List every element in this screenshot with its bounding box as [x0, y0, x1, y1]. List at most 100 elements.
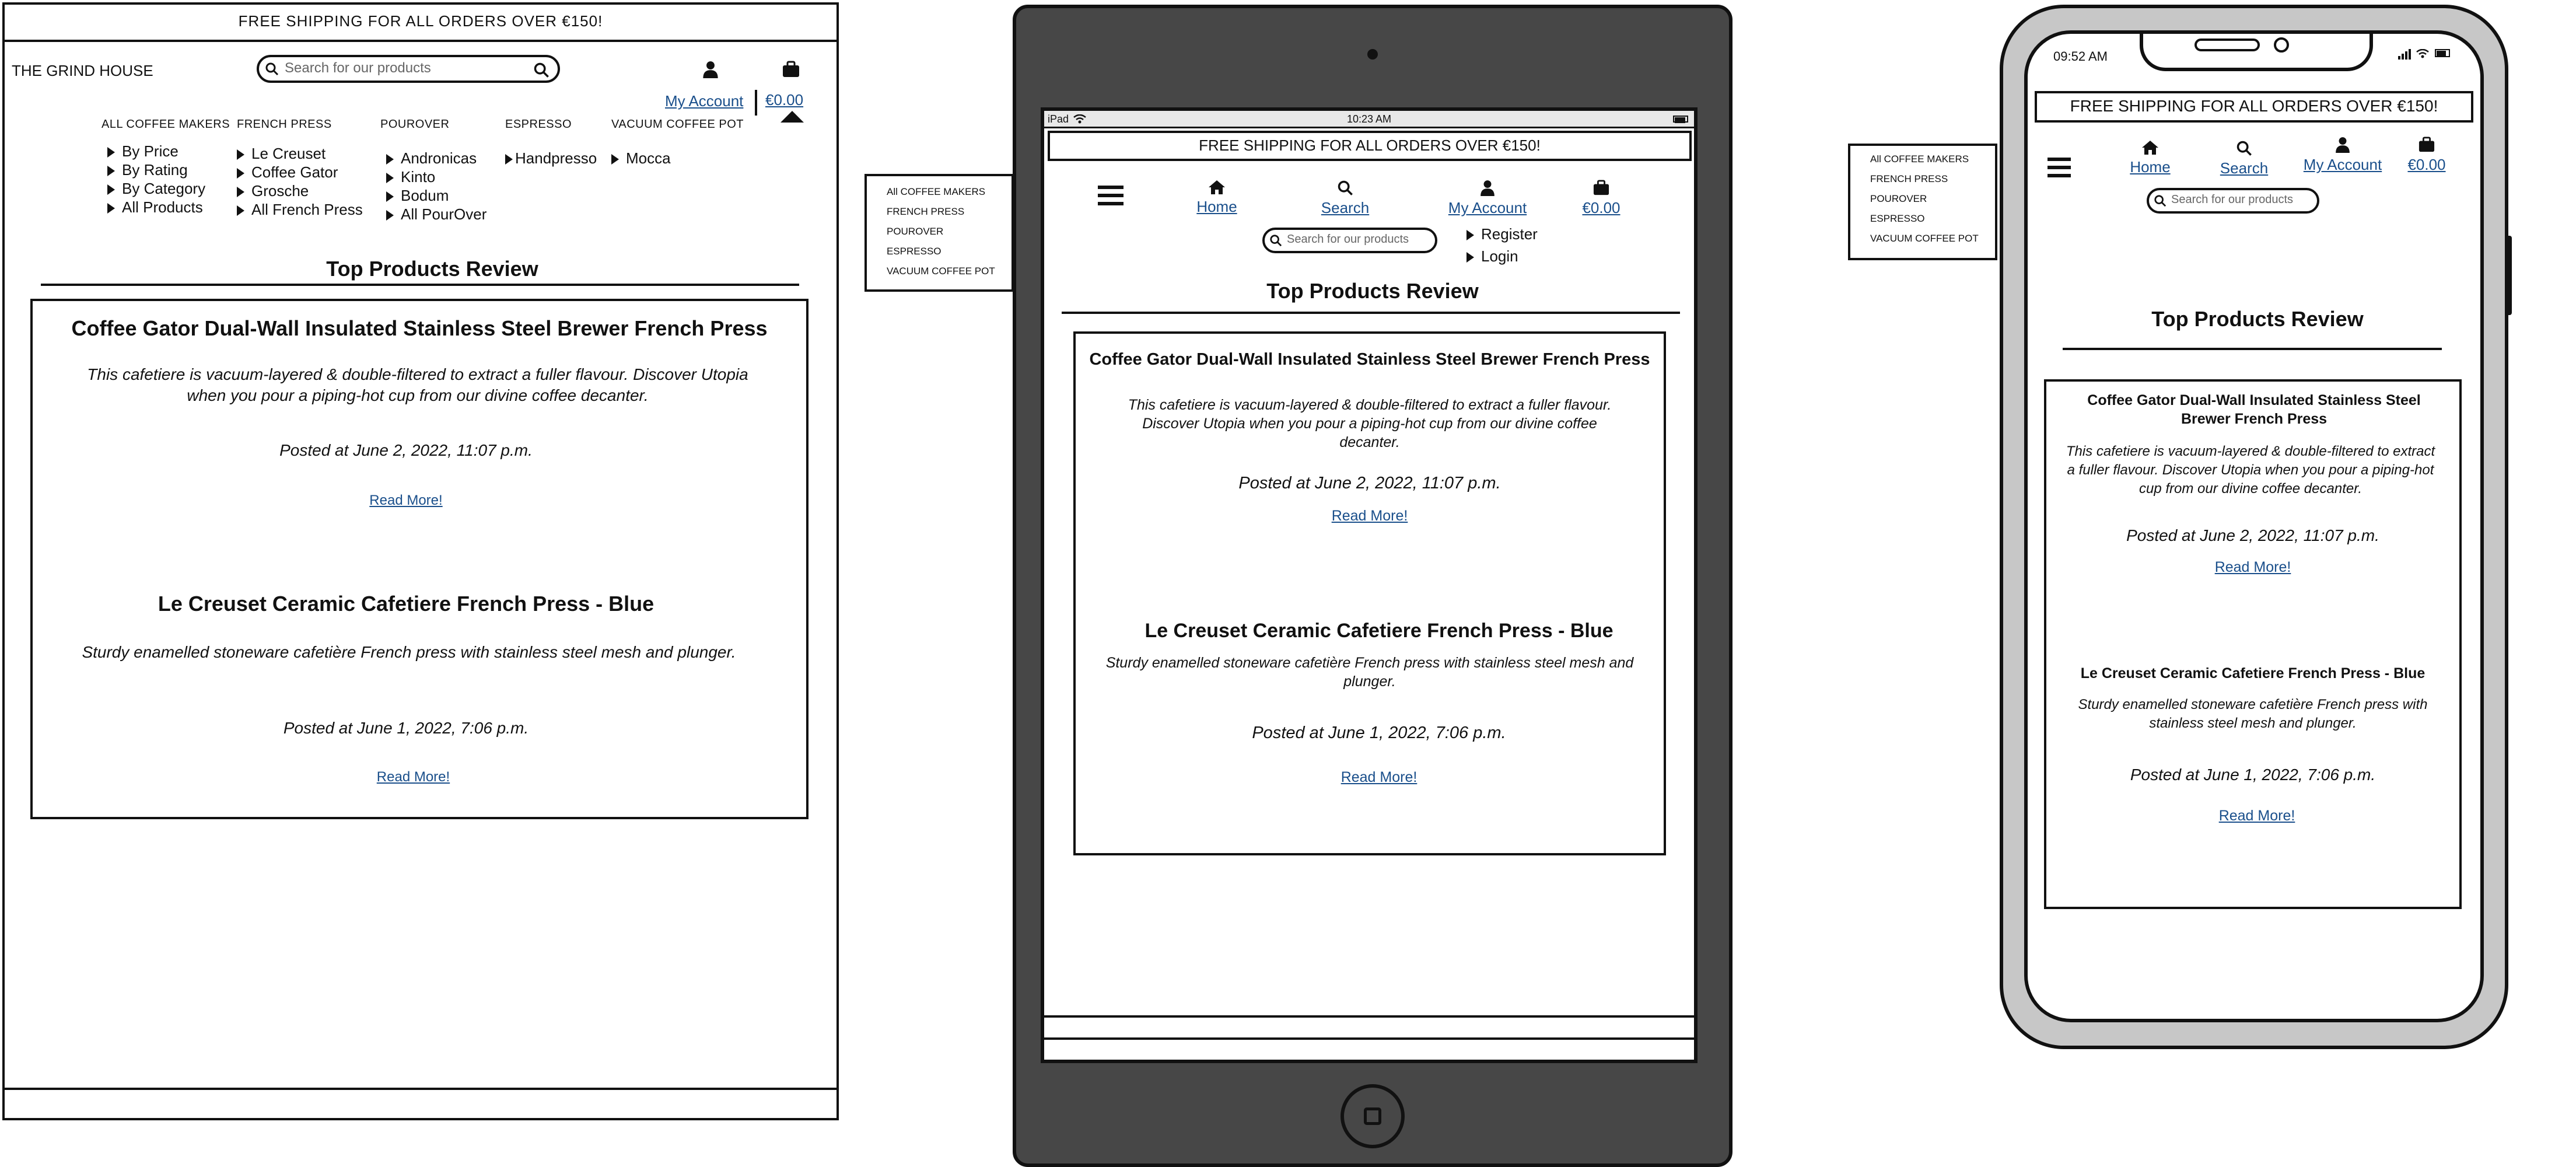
- account-cart-divider: [755, 90, 757, 116]
- read-more-link[interactable]: Read More!: [33, 769, 794, 785]
- read-more-link[interactable]: Read More!: [2046, 808, 2468, 824]
- tablet-home-button[interactable]: [1340, 1084, 1405, 1148]
- menu-title[interactable]: FRENCH PRESS: [237, 118, 363, 131]
- dropdown-item[interactable]: ESPRESSO: [867, 242, 1012, 261]
- desktop-search-input[interactable]: Search for our products: [257, 55, 560, 83]
- dropdown-item[interactable]: All COFFEE MAKERS: [1850, 149, 1995, 169]
- battery-icon: [2435, 49, 2450, 57]
- nav-account-label[interactable]: My Account: [1441, 199, 1534, 217]
- phone-screen: 09:52 AM FREE SHIPPING FOR ALL ORDERS OV…: [2024, 30, 2484, 1022]
- menu-item[interactable]: By Category: [107, 179, 230, 198]
- phone-nav-home[interactable]: Home: [2121, 140, 2179, 176]
- desktop-free-shipping-banner: FREE SHIPPING FOR ALL ORDERS OVER €150!: [2, 2, 839, 42]
- shopping-bag-icon: [2418, 137, 2435, 153]
- phone-free-shipping-banner: FREE SHIPPING FOR ALL ORDERS OVER €150!: [2035, 91, 2473, 123]
- dropdown-item[interactable]: VACUUM COFFEE POT: [867, 261, 1012, 281]
- nav-home-label[interactable]: Home: [2121, 158, 2179, 176]
- menu-item[interactable]: Coffee Gator: [237, 163, 363, 181]
- shopping-bag-icon: [1592, 180, 1610, 196]
- search-submit-icon[interactable]: [533, 62, 550, 78]
- signal-icon: [2398, 49, 2412, 60]
- front-camera: [2274, 37, 2289, 53]
- nav-cart-label[interactable]: €0.00: [1569, 199, 1633, 217]
- desktop-section-title: Top Products Review: [326, 257, 538, 281]
- post-date: Posted at June 1, 2022, 7:06 p.m.: [283, 719, 529, 737]
- desktop-cart-total[interactable]: €0.00: [765, 91, 803, 109]
- nav-home-label[interactable]: Home: [1188, 198, 1246, 216]
- menu-title[interactable]: ESPRESSO: [505, 118, 597, 131]
- phone-search-input[interactable]: Search for our products: [2147, 188, 2319, 214]
- menu-item[interactable]: All French Press: [237, 200, 363, 219]
- read-more-link[interactable]: Read More!: [1076, 508, 1664, 525]
- menu-item[interactable]: Andronicas: [386, 149, 487, 167]
- nav-search-label[interactable]: Search: [2212, 159, 2276, 177]
- menu-item[interactable]: All Products: [107, 198, 230, 216]
- post-body: This cafetiere is vacuum-layered & doubl…: [1128, 397, 1612, 450]
- phone-nav-cart[interactable]: €0.00: [2398, 137, 2456, 174]
- tablet-status-bar: iPad 10:23 AM: [1044, 111, 1694, 128]
- post-title[interactable]: Le Creuset Ceramic Cafetiere French Pres…: [1076, 620, 1682, 642]
- menu-item[interactable]: Kinto: [386, 167, 487, 186]
- dropdown-item[interactable]: All COFFEE MAKERS: [867, 182, 1012, 202]
- tablet-search-input[interactable]: Search for our products: [1262, 228, 1437, 253]
- caret-up-icon: [780, 111, 804, 123]
- post-date: Posted at June 2, 2022, 11:07 p.m.: [2126, 526, 2379, 544]
- read-more-link[interactable]: Read More!: [2046, 559, 2459, 576]
- tablet-nav-search[interactable]: Search: [1310, 180, 1380, 217]
- menu-column-french-press: FRENCH PRESS Le Creuset Coffee Gator Gro…: [237, 118, 363, 219]
- search-placeholder: Search for our products: [2171, 193, 2293, 206]
- desktop-my-account-link[interactable]: My Account: [665, 92, 743, 110]
- search-icon: [2236, 140, 2252, 156]
- shopping-bag-icon[interactable]: [782, 61, 800, 78]
- menu-title[interactable]: ALL COFFEE MAKERS: [102, 118, 230, 131]
- hamburger-menu-icon[interactable]: [1098, 186, 1124, 205]
- read-more-link[interactable]: Read More!: [1076, 769, 1682, 786]
- phone-nav-account[interactable]: My Account: [2296, 137, 2389, 174]
- post-title[interactable]: Le Creuset Ceramic Cafetiere French Pres…: [2046, 665, 2459, 682]
- post-title[interactable]: Coffee Gator Dual-Wall Insulated Stainle…: [33, 316, 806, 341]
- dropdown-item[interactable]: POUROVER: [867, 222, 1012, 242]
- phone-side-button[interactable]: [2506, 236, 2512, 315]
- caret-right-icon: [386, 210, 394, 221]
- phone-section-title: Top Products Review: [2151, 307, 2364, 331]
- menu-item[interactable]: Bodum: [386, 186, 487, 205]
- menu-title[interactable]: POUROVER: [380, 118, 487, 131]
- menu-item[interactable]: Le Creuset: [237, 144, 363, 163]
- read-more-link[interactable]: Read More!: [33, 492, 779, 509]
- phone-nav-search[interactable]: Search: [2212, 140, 2276, 177]
- post-title[interactable]: Coffee Gator Dual-Wall Insulated Stainle…: [2062, 391, 2446, 428]
- menu-item[interactable]: Mocca: [611, 149, 744, 167]
- dropdown-item[interactable]: ESPRESSO: [1850, 209, 1995, 229]
- nav-cart-label[interactable]: €0.00: [2398, 156, 2456, 174]
- section-divider: [41, 284, 799, 286]
- search-icon: [1269, 234, 1282, 247]
- dropdown-item[interactable]: POUROVER: [1850, 189, 1995, 209]
- menu-item[interactable]: Grosche: [237, 181, 363, 200]
- caret-right-icon: [237, 187, 244, 198]
- user-icon[interactable]: [702, 61, 719, 78]
- menu-item[interactable]: Handpresso: [505, 149, 597, 167]
- phone-posts-card: Coffee Gator Dual-Wall Insulated Stainle…: [2044, 379, 2462, 909]
- post-title[interactable]: Le Creuset Ceramic Cafetiere French Pres…: [33, 592, 779, 616]
- battery-icon: [1673, 116, 1688, 123]
- dropdown-item[interactable]: VACUUM COFFEE POT: [1850, 229, 1995, 249]
- post-title[interactable]: Coffee Gator Dual-Wall Insulated Stainle…: [1076, 350, 1664, 369]
- dropdown-item[interactable]: FRENCH PRESS: [1850, 169, 1995, 189]
- menu-item[interactable]: By Price: [107, 142, 230, 160]
- menu-item[interactable]: By Rating: [107, 160, 230, 179]
- dropdown-item[interactable]: FRENCH PRESS: [867, 202, 1012, 222]
- desktop-posts-card: Coffee Gator Dual-Wall Insulated Stainle…: [30, 299, 808, 819]
- post-body: Sturdy enamelled stoneware cafetière Fre…: [1105, 655, 1634, 690]
- desktop-brand-logo[interactable]: THE GRIND HOUSE: [12, 62, 153, 80]
- menu-title[interactable]: VACUUM COFFEE POT: [611, 118, 744, 131]
- tablet-nav-account[interactable]: My Account: [1441, 180, 1534, 217]
- tablet-nav-cart[interactable]: €0.00: [1569, 180, 1633, 217]
- nav-account-label[interactable]: My Account: [2296, 156, 2389, 174]
- home-icon: [1208, 180, 1226, 195]
- nav-search-label[interactable]: Search: [1310, 199, 1380, 217]
- tablet-nav-home[interactable]: Home: [1188, 180, 1246, 216]
- account-menu-item[interactable]: Login: [1466, 245, 1538, 267]
- account-menu-item[interactable]: Register: [1466, 223, 1538, 245]
- hamburger-menu-icon[interactable]: [2048, 158, 2071, 177]
- menu-item[interactable]: All PourOver: [386, 205, 487, 223]
